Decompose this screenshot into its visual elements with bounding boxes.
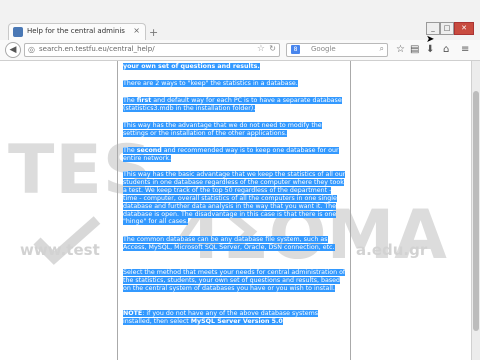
address-bar[interactable]: ◎ search.en.testfu.eu/central_help/ ☆ ↻ xyxy=(24,43,280,57)
home-icon[interactable]: ⌂ xyxy=(443,44,449,55)
close-window-button[interactable]: ✕ xyxy=(454,22,474,35)
window-controls: _ □ ✕ xyxy=(426,22,474,35)
paragraph-select-method: Select the method that meets your needs … xyxy=(123,269,346,292)
bookmarks-icon[interactable]: ☆ xyxy=(396,44,405,55)
back-button[interactable]: ◀ xyxy=(5,42,21,58)
paragraph-note: NOTE: if you do not have any of the abov… xyxy=(123,310,319,325)
tab-title: Help for the central administra... xyxy=(27,27,125,35)
mouse-cursor-icon: ➤ xyxy=(426,34,435,45)
help-article: your own set of questions and results. T… xyxy=(117,61,351,360)
new-tab-button[interactable]: + xyxy=(149,26,158,39)
search-box[interactable]: 8 Google ⌕ xyxy=(286,43,388,57)
search-engine-icon[interactable]: 8 xyxy=(291,45,300,54)
page-content: TES 4ΣΟΜΑ www.test a.edu.gr your own set… xyxy=(0,61,472,360)
browser-tab[interactable]: Help for the central administra... × xyxy=(8,23,146,41)
paragraph-first-way: The first and default way for each PC is… xyxy=(123,97,342,112)
bookmark-star-icon[interactable]: ☆ xyxy=(257,44,265,54)
watermark-site-right: a.edu.gr xyxy=(356,241,428,259)
paragraph-second-way: The second and recommended way is to kee… xyxy=(123,147,339,162)
clipboard-icon[interactable]: ▤ xyxy=(410,44,419,55)
menu-icon[interactable]: ≡ xyxy=(461,44,469,55)
watermark-site-left: www.test xyxy=(20,241,100,259)
paragraph-second-way-advantage: This way has the basic advantage that we… xyxy=(123,171,346,226)
navigation-bar: ◀ ◎ search.en.testfu.eu/central_help/ ☆ … xyxy=(0,40,480,61)
maximize-button[interactable]: □ xyxy=(440,22,454,35)
globe-icon: ◎ xyxy=(28,45,35,54)
paragraph-two-ways: There are 2 ways to "keep" the statistic… xyxy=(123,80,298,87)
page-favicon-icon xyxy=(13,27,23,37)
paragraph-intro-tail: your own set of questions and results. xyxy=(123,63,260,70)
paragraph-first-way-advantage: This way has the advantage that we do no… xyxy=(123,122,322,137)
close-tab-icon[interactable]: × xyxy=(133,26,140,35)
scrollbar-thumb[interactable] xyxy=(473,91,479,331)
downloads-icon[interactable]: ⬇ xyxy=(426,44,434,55)
tab-strip: Help for the central administra... × + _… xyxy=(0,0,480,41)
url-text[interactable]: search.en.testfu.eu/central_help/ xyxy=(39,45,155,53)
search-icon[interactable]: ⌕ xyxy=(380,44,384,54)
vertical-scrollbar[interactable] xyxy=(471,61,480,360)
reload-icon[interactable]: ↻ xyxy=(269,44,276,53)
paragraph-common-database: The common database can be any database … xyxy=(123,236,335,251)
search-input[interactable]: Google xyxy=(311,45,336,53)
